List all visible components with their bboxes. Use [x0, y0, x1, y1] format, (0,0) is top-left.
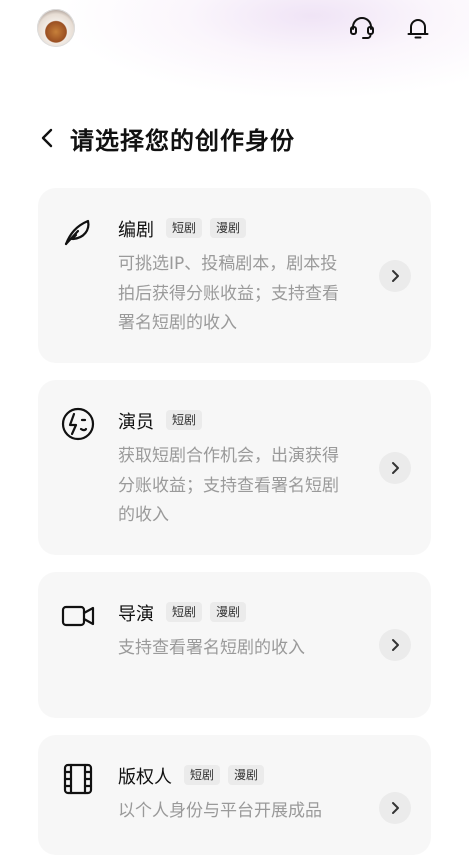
identity-card-copyright-holder[interactable]: 版权人 短剧 漫剧 以个人身份与平台开展成品 — [38, 735, 431, 855]
tag-short-drama: 短剧 — [166, 410, 203, 430]
tag-comic-drama: 漫剧 — [210, 602, 247, 622]
enter-arrow-button[interactable] — [379, 629, 411, 661]
identity-card-director[interactable]: 导演 短剧 漫剧 支持查看署名短剧的收入 — [38, 572, 431, 718]
tag-group: 短剧 — [166, 410, 203, 430]
identity-name: 版权人 — [118, 767, 172, 788]
identity-name: 导演 — [118, 604, 154, 625]
tag-short-drama: 短剧 — [166, 218, 203, 238]
tag-group: 短剧 漫剧 — [166, 218, 247, 238]
customer-service-button[interactable] — [348, 14, 376, 42]
page-header: 请选择您的创作身份 — [40, 118, 295, 158]
chevron-right-icon — [392, 462, 399, 474]
enter-arrow-button[interactable] — [379, 452, 411, 484]
chevron-right-icon — [392, 270, 399, 282]
enter-arrow-button[interactable] — [379, 260, 411, 292]
tag-comic-drama: 漫剧 — [210, 218, 247, 238]
notification-button[interactable] — [404, 14, 432, 42]
feather-pen-icon — [64, 219, 90, 246]
tag-short-drama: 短剧 — [166, 602, 203, 622]
chevron-right-icon — [392, 802, 399, 814]
back-button[interactable] — [40, 124, 62, 152]
headset-icon — [350, 17, 374, 39]
tag-comic-drama: 漫剧 — [228, 765, 265, 785]
actor-face-icon — [61, 407, 95, 441]
tag-group: 短剧 漫剧 — [166, 602, 247, 622]
identity-description: 以个人身份与平台开展成品 — [118, 801, 322, 821]
bell-icon — [407, 19, 429, 39]
page-title: 请选择您的创作身份 — [70, 126, 295, 155]
film-strip-icon — [63, 763, 93, 795]
chevron-right-icon — [392, 639, 399, 651]
enter-arrow-button[interactable] — [379, 792, 411, 824]
top-bar — [0, 0, 469, 60]
identity-name: 演员 — [118, 412, 154, 433]
identity-description: 获取短剧合作机会，出演获得分账收益；支持查看署名短剧的收入 — [118, 446, 339, 525]
identity-description: 可挑选IP、投稿剧本，剧本投拍后获得分账收益；支持查看署名短剧的收入 — [118, 254, 339, 333]
video-camera-icon — [61, 605, 95, 627]
tag-short-drama: 短剧 — [184, 765, 221, 785]
chevron-left-icon — [41, 128, 53, 148]
tag-group: 短剧 漫剧 — [184, 765, 265, 785]
identity-card-screenwriter[interactable]: 编剧 短剧 漫剧 可挑选IP、投稿剧本，剧本投拍后获得分账收益；支持查看署名短剧… — [38, 188, 431, 363]
identity-card-actor[interactable]: 演员 短剧 获取短剧合作机会，出演获得分账收益；支持查看署名短剧的收入 — [38, 380, 431, 555]
identity-name: 编剧 — [118, 220, 154, 241]
avatar[interactable] — [37, 9, 75, 47]
identity-description: 支持查看署名短剧的收入 — [118, 638, 305, 658]
